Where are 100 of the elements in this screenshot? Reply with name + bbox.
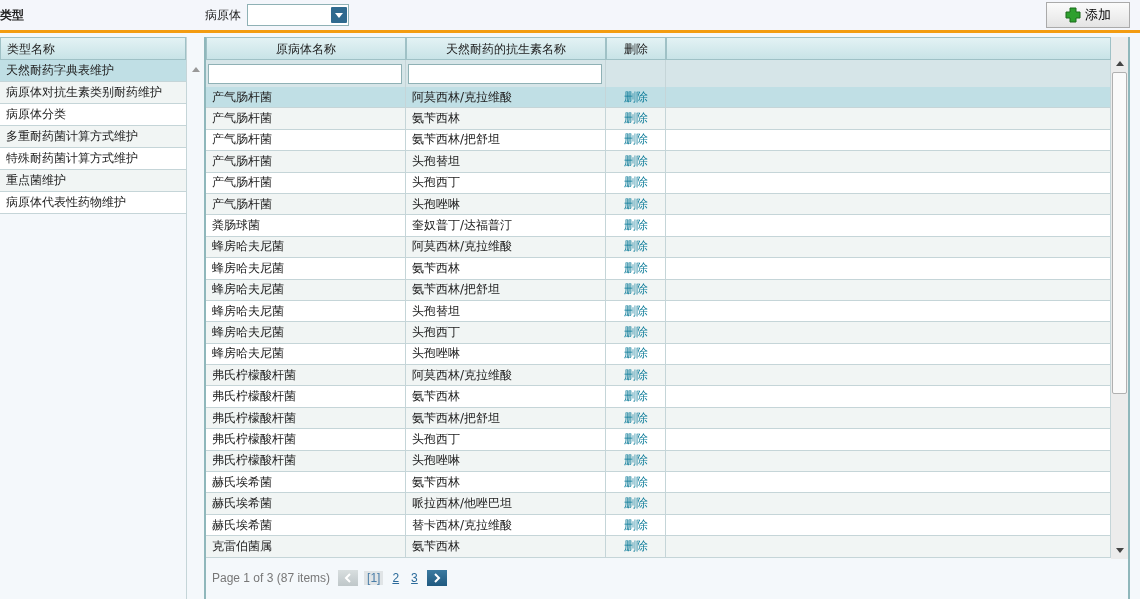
scroll-up-icon[interactable]	[1115, 61, 1124, 66]
table-row[interactable]: 克雷伯菌属 氨苄西林 删除	[206, 536, 1111, 558]
column-header: 删除	[606, 37, 666, 60]
table-cell: 氨苄西林/把舒坦	[412, 409, 501, 427]
table-row[interactable]: 产气肠杆菌 头孢西丁 删除	[206, 172, 1111, 194]
filter-field[interactable]	[208, 63, 402, 84]
table-cell: 哌拉西林/他唑巴坦	[412, 495, 513, 513]
sidebar-item[interactable]: 病原体代表性药物维护	[0, 192, 186, 214]
pathogen-dropdown[interactable]	[247, 4, 349, 26]
delete-link[interactable]: 删除	[623, 281, 648, 299]
table-cell: 产气肠杆菌	[212, 174, 272, 192]
scroll-thumb[interactable]	[1112, 72, 1127, 394]
delete-link[interactable]: 删除	[623, 217, 648, 235]
delete-link[interactable]: 删除	[623, 388, 648, 406]
table-row[interactable]: 产气肠杆菌 氨苄西林 删除	[206, 108, 1111, 130]
delete-link[interactable]: 删除	[623, 537, 648, 555]
delete-link[interactable]: 删除	[623, 495, 648, 513]
table-cell: 产气肠杆菌	[212, 195, 272, 213]
table-cell: 蜂房哈夫尼菌	[212, 345, 284, 363]
table-cell: 弗氏柠檬酸杆菌	[212, 430, 296, 448]
table-row[interactable]: 蜂房哈夫尼菌 头孢替坦 删除	[206, 300, 1111, 323]
table-row[interactable]: 赫氏埃希菌 氨苄西林 删除	[206, 472, 1111, 494]
page-link[interactable]: 2	[389, 571, 403, 585]
table-cell: 氨苄西林	[412, 537, 460, 555]
table-row[interactable]: 蜂房哈夫尼菌 氨苄西林 删除	[206, 258, 1111, 280]
column-header: 原病体名称	[206, 37, 406, 60]
table-cell: 弗氏柠檬酸杆菌	[212, 452, 296, 470]
table-cell: 蜂房哈夫尼菌	[212, 302, 284, 320]
table-cell: 产气肠杆菌	[212, 88, 272, 106]
sidebar-item[interactable]: 多重耐药菌计算方式维护	[0, 126, 186, 148]
table-row[interactable]: 蜂房哈夫尼菌 氨苄西林/把舒坦 删除	[206, 279, 1111, 301]
table-row[interactable]: 赫氏埃希菌 替卡西林/克拉维酸 删除	[206, 514, 1111, 537]
delete-link[interactable]: 删除	[623, 452, 648, 470]
table-cell: 氨苄西林/把舒坦	[412, 281, 501, 299]
table-row[interactable]: 产气肠杆菌 头孢唑啉 删除	[206, 193, 1111, 216]
delete-link[interactable]: 删除	[623, 238, 648, 256]
sidebar-item[interactable]: 天然耐药字典表维护	[0, 60, 186, 82]
table-cell: 头孢唑啉	[412, 452, 460, 470]
delete-link[interactable]: 删除	[623, 152, 648, 170]
delete-link[interactable]: 删除	[623, 430, 648, 448]
sidebar-item[interactable]: 特殊耐药菌计算方式维护	[0, 148, 186, 170]
table-cell: 赫氏埃希菌	[212, 473, 272, 491]
table-cell: 头孢唑啉	[412, 345, 460, 363]
delete-link[interactable]: 删除	[623, 88, 648, 106]
table-row[interactable]: 产气肠杆菌 氨苄西林/把舒坦 删除	[206, 129, 1111, 152]
table-cell: 氨苄西林	[412, 388, 460, 406]
table-cell: 头孢西丁	[412, 430, 460, 448]
table-row[interactable]: 产气肠杆菌 阿莫西林/克拉维酸 删除	[206, 87, 1111, 109]
plus-icon	[1065, 7, 1081, 23]
scrollbar[interactable]	[1111, 37, 1128, 559]
table-cell: 氨苄西林	[412, 259, 460, 277]
delete-link[interactable]: 删除	[623, 409, 648, 427]
column-header: 天然耐药的抗生素名称	[406, 37, 606, 60]
chevron-left-icon	[344, 573, 353, 583]
table-row[interactable]: 赫氏埃希菌 哌拉西林/他唑巴坦 删除	[206, 493, 1111, 515]
delete-link[interactable]: 删除	[623, 174, 648, 192]
table-row[interactable]: 蜂房哈夫尼菌 头孢唑啉 删除	[206, 343, 1111, 366]
delete-link[interactable]: 删除	[623, 195, 648, 213]
delete-link[interactable]: 删除	[623, 302, 648, 320]
table-cell: 蜂房哈夫尼菌	[212, 259, 284, 277]
table-cell: 蜂房哈夫尼菌	[212, 281, 284, 299]
table-row[interactable]: 蜂房哈夫尼菌 阿莫西林/克拉维酸 删除	[206, 236, 1111, 259]
delete-link[interactable]: 删除	[623, 345, 648, 363]
chevron-right-icon	[432, 573, 441, 583]
scroll-down-icon[interactable]	[1115, 548, 1124, 553]
delete-link[interactable]: 删除	[623, 366, 648, 384]
pathogen-label: 病原体	[205, 6, 241, 24]
filter-field[interactable]	[408, 63, 602, 84]
table-cell: 头孢西丁	[412, 324, 460, 341]
delete-link[interactable]: 删除	[623, 131, 648, 149]
table-row[interactable]: 弗氏柠檬酸杆菌 氨苄西林 删除	[206, 386, 1111, 408]
table-cell: 阿莫西林/克拉维酸	[412, 366, 513, 384]
page-link[interactable]: [1]	[364, 571, 384, 585]
delete-link[interactable]: 删除	[623, 259, 648, 277]
table-cell: 产气肠杆菌	[212, 131, 272, 149]
page-link[interactable]: 3	[408, 571, 421, 585]
table-cell: 头孢唑啉	[412, 195, 460, 213]
delete-link[interactable]: 删除	[623, 473, 648, 491]
table-cell: 赫氏埃希菌	[212, 495, 272, 513]
next-page-button[interactable]	[426, 570, 447, 586]
table-cell: 克雷伯菌属	[212, 537, 272, 555]
table-cell: 氨苄西林	[412, 110, 460, 128]
table-row[interactable]: 弗氏柠檬酸杆菌 头孢唑啉 删除	[206, 450, 1111, 473]
delete-link[interactable]: 删除	[623, 516, 648, 534]
table-row[interactable]: 产气肠杆菌 头孢替坦 删除	[206, 151, 1111, 173]
table-row[interactable]: 弗氏柠檬酸杆菌 阿莫西林/克拉维酸 删除	[206, 365, 1111, 387]
table-row[interactable]: 粪肠球菌 奎奴普丁/达福普汀 删除	[206, 215, 1111, 237]
sidebar-item[interactable]: 重点菌维护	[0, 170, 186, 192]
table-cell: 弗氏柠檬酸杆菌	[212, 409, 296, 427]
sidebar-item[interactable]: 病原体分类	[0, 104, 186, 126]
add-button[interactable]: 添加	[1046, 2, 1130, 28]
table-row[interactable]: 弗氏柠檬酸杆菌 头孢西丁 删除	[206, 429, 1111, 451]
table-cell: 氨苄西林	[412, 473, 460, 491]
table-row[interactable]: 弗氏柠檬酸杆菌 氨苄西林/把舒坦 删除	[206, 407, 1111, 430]
delete-link[interactable]: 删除	[623, 110, 648, 128]
delete-link[interactable]: 删除	[623, 324, 648, 341]
table-cell: 产气肠杆菌	[212, 110, 272, 128]
table-row[interactable]: 蜂房哈夫尼菌 头孢西丁 删除	[206, 322, 1111, 344]
page-summary: Page 1 of 3 (87 items)	[212, 571, 331, 585]
sidebar-item[interactable]: 病原体对抗生素类别耐药维护	[0, 82, 186, 104]
